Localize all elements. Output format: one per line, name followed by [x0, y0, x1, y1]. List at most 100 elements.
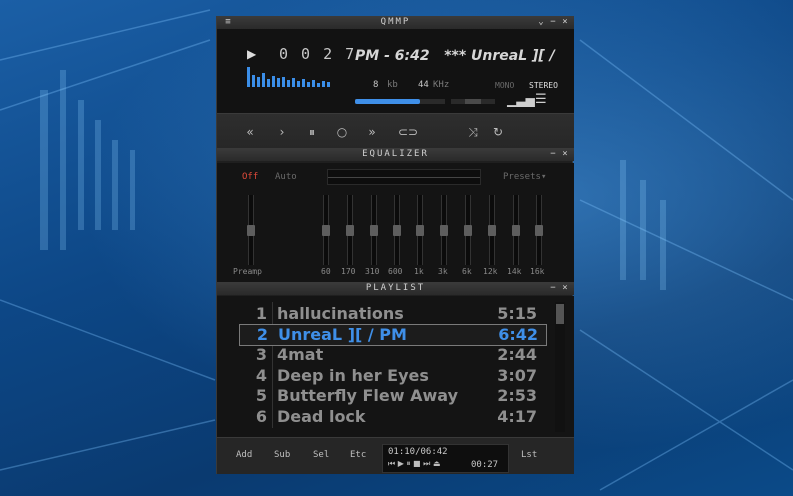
- eq-close-icon[interactable]: ×: [560, 148, 570, 161]
- playlist-item[interactable]: 1 hallucinations 5:15: [239, 304, 545, 324]
- eject-button[interactable]: ⊂⊃: [397, 122, 419, 142]
- minimize-icon[interactable]: −: [548, 16, 558, 29]
- total-time: 01:10/06:42: [388, 447, 448, 457]
- playlist-item[interactable]: 4 Deep in her Eyes 3:07: [239, 366, 545, 386]
- sub-button[interactable]: Sub: [274, 450, 290, 460]
- eq-knob[interactable]: [370, 225, 378, 236]
- eq-label-1k: 1k: [414, 267, 424, 276]
- balance-knob[interactable]: [465, 99, 481, 104]
- equalizer-title: EQUALIZER: [362, 149, 429, 159]
- playlist-titlebar[interactable]: PLAYLIST − ×: [217, 282, 574, 295]
- samplerate-unit: KHz: [433, 80, 450, 90]
- player-titlebar[interactable]: ≡ QMMP ⌄ − ×: [217, 16, 574, 29]
- eq-knob[interactable]: [393, 225, 401, 236]
- lst-button[interactable]: Lst: [521, 450, 537, 460]
- eq-off-button[interactable]: Off: [242, 172, 258, 182]
- eq-band-310[interactable]: [370, 195, 378, 265]
- previous-button[interactable]: «: [239, 122, 261, 142]
- eq-label-3k: 3k: [438, 267, 448, 276]
- playlist-panel: 1 hallucinations 5:15 2 UnreaL ][ / PM 6…: [217, 296, 574, 437]
- eq-band-600[interactable]: [393, 195, 401, 265]
- playlist-item-selected[interactable]: 2 UnreaL ][ / PM 6:42: [239, 324, 547, 346]
- equalizer-titlebar[interactable]: EQUALIZER − ×: [217, 148, 574, 161]
- play-button[interactable]: ›: [271, 122, 293, 142]
- mini-display: 01:10/06:42 ⏮ ▶ ⏸ ■ ⏭ ⏏ 00:27: [382, 444, 509, 473]
- time-display: 0 0 2 7: [279, 45, 357, 63]
- eq-graph: [327, 169, 481, 185]
- eq-label-310: 310: [365, 267, 380, 276]
- playlist-title: PLAYLIST: [365, 283, 426, 293]
- preamp-label: Preamp: [233, 267, 262, 276]
- eq-band-6k[interactable]: [464, 195, 472, 265]
- eq-knob[interactable]: [535, 225, 543, 236]
- stop-button[interactable]: ○: [331, 122, 353, 142]
- eq-shade-icon[interactable]: −: [548, 148, 558, 161]
- eq-label-170: 170: [341, 267, 356, 276]
- shade-icon[interactable]: ⌄: [536, 16, 546, 29]
- menu-icon[interactable]: ≡: [223, 16, 233, 29]
- playlist-scrollbar[interactable]: [555, 302, 565, 432]
- eq-knob[interactable]: [464, 225, 472, 236]
- eq-knob[interactable]: [440, 225, 448, 236]
- song-marquee: PM - 6:42 *** UnreaL ][ /: [355, 48, 555, 63]
- eq-knob[interactable]: [416, 225, 424, 236]
- bitrate-value: 8: [373, 80, 379, 90]
- eq-band-16k[interactable]: [535, 195, 543, 265]
- playlist-item[interactable]: 3 4mat 2:44: [239, 345, 545, 365]
- eq-label-60: 60: [321, 267, 331, 276]
- playlist-item[interactable]: 5 Butterfly Flew Away 2:53: [239, 386, 545, 406]
- eq-label-16k: 16k: [530, 267, 545, 276]
- spectrum-analyzer: [247, 67, 330, 87]
- pl-close-icon[interactable]: ×: [560, 282, 570, 295]
- transport-controls: « › ⏸ ○ » ⊂⊃ ⤨ ↻: [217, 113, 574, 152]
- eq-label-12k: 12k: [483, 267, 498, 276]
- mono-indicator: MONO: [495, 81, 515, 90]
- eq-knob[interactable]: [512, 225, 520, 236]
- bitrate-unit: kb: [387, 80, 398, 90]
- next-button[interactable]: »: [361, 122, 383, 142]
- volume-slider[interactable]: [355, 99, 445, 104]
- player-window: ≡ QMMP ⌄ − × ▶ 0 0 2 7 PM - 6:42 *** Unr…: [216, 16, 574, 152]
- eq-label-6k: 6k: [462, 267, 472, 276]
- add-button[interactable]: Add: [236, 450, 252, 460]
- preamp-slider[interactable]: [247, 195, 255, 265]
- equalizer-panel: Off Auto Presets▾ Preamp 60 170 310 600 …: [217, 163, 574, 282]
- eq-knob[interactable]: [322, 225, 330, 236]
- playlist-item[interactable]: 6 Dead lock 4:17: [239, 407, 545, 427]
- balance-slider[interactable]: [451, 99, 495, 104]
- eq-knob[interactable]: [488, 225, 496, 236]
- equalizer-toggle-icon[interactable]: ▁▃▅: [507, 93, 535, 107]
- main-display: ▶ 0 0 2 7 PM - 6:42 *** UnreaL ][ / 8 kb…: [217, 29, 574, 126]
- etc-button[interactable]: Etc: [350, 450, 366, 460]
- sel-button[interactable]: Sel: [313, 450, 329, 460]
- eq-knob[interactable]: [346, 225, 354, 236]
- eq-auto-button[interactable]: Auto: [275, 172, 297, 182]
- preamp-knob[interactable]: [247, 225, 255, 236]
- playlist-footer: Add Sub Sel Etc 01:10/06:42 ⏮ ▶ ⏸ ■ ⏭ ⏏ …: [217, 437, 574, 474]
- playlist-window: PLAYLIST − × 1 hallucinations 5:15 2 Unr…: [216, 282, 574, 474]
- eq-label-600: 600: [388, 267, 403, 276]
- eq-band-1k[interactable]: [416, 195, 424, 265]
- eq-band-170[interactable]: [346, 195, 354, 265]
- equalizer-window: EQUALIZER − × Off Auto Presets▾ Preamp 6…: [216, 148, 574, 282]
- pl-shade-icon[interactable]: −: [548, 282, 558, 295]
- eq-band-14k[interactable]: [512, 195, 520, 265]
- eq-band-12k[interactable]: [488, 195, 496, 265]
- volume-fill: [355, 99, 420, 104]
- playlist-scroll-thumb[interactable]: [556, 304, 564, 324]
- play-status-icon: ▶: [247, 47, 257, 61]
- eq-presets-button[interactable]: Presets▾: [503, 172, 546, 182]
- stereo-indicator: STEREO: [529, 81, 558, 90]
- mini-time: 00:27: [471, 460, 499, 470]
- samplerate-value: 44: [418, 80, 429, 90]
- pause-button[interactable]: ⏸: [301, 122, 323, 142]
- shuffle-button[interactable]: ⤨: [462, 122, 484, 142]
- eq-band-3k[interactable]: [440, 195, 448, 265]
- eq-label-14k: 14k: [507, 267, 522, 276]
- playlist-toggle-icon[interactable]: ☰: [535, 92, 547, 107]
- mini-controls[interactable]: ⏮ ▶ ⏸ ■ ⏭ ⏏: [388, 459, 440, 469]
- close-icon[interactable]: ×: [560, 16, 570, 29]
- player-title: QMMP: [380, 17, 411, 27]
- eq-band-60[interactable]: [322, 195, 330, 265]
- repeat-button[interactable]: ↻: [487, 122, 509, 142]
